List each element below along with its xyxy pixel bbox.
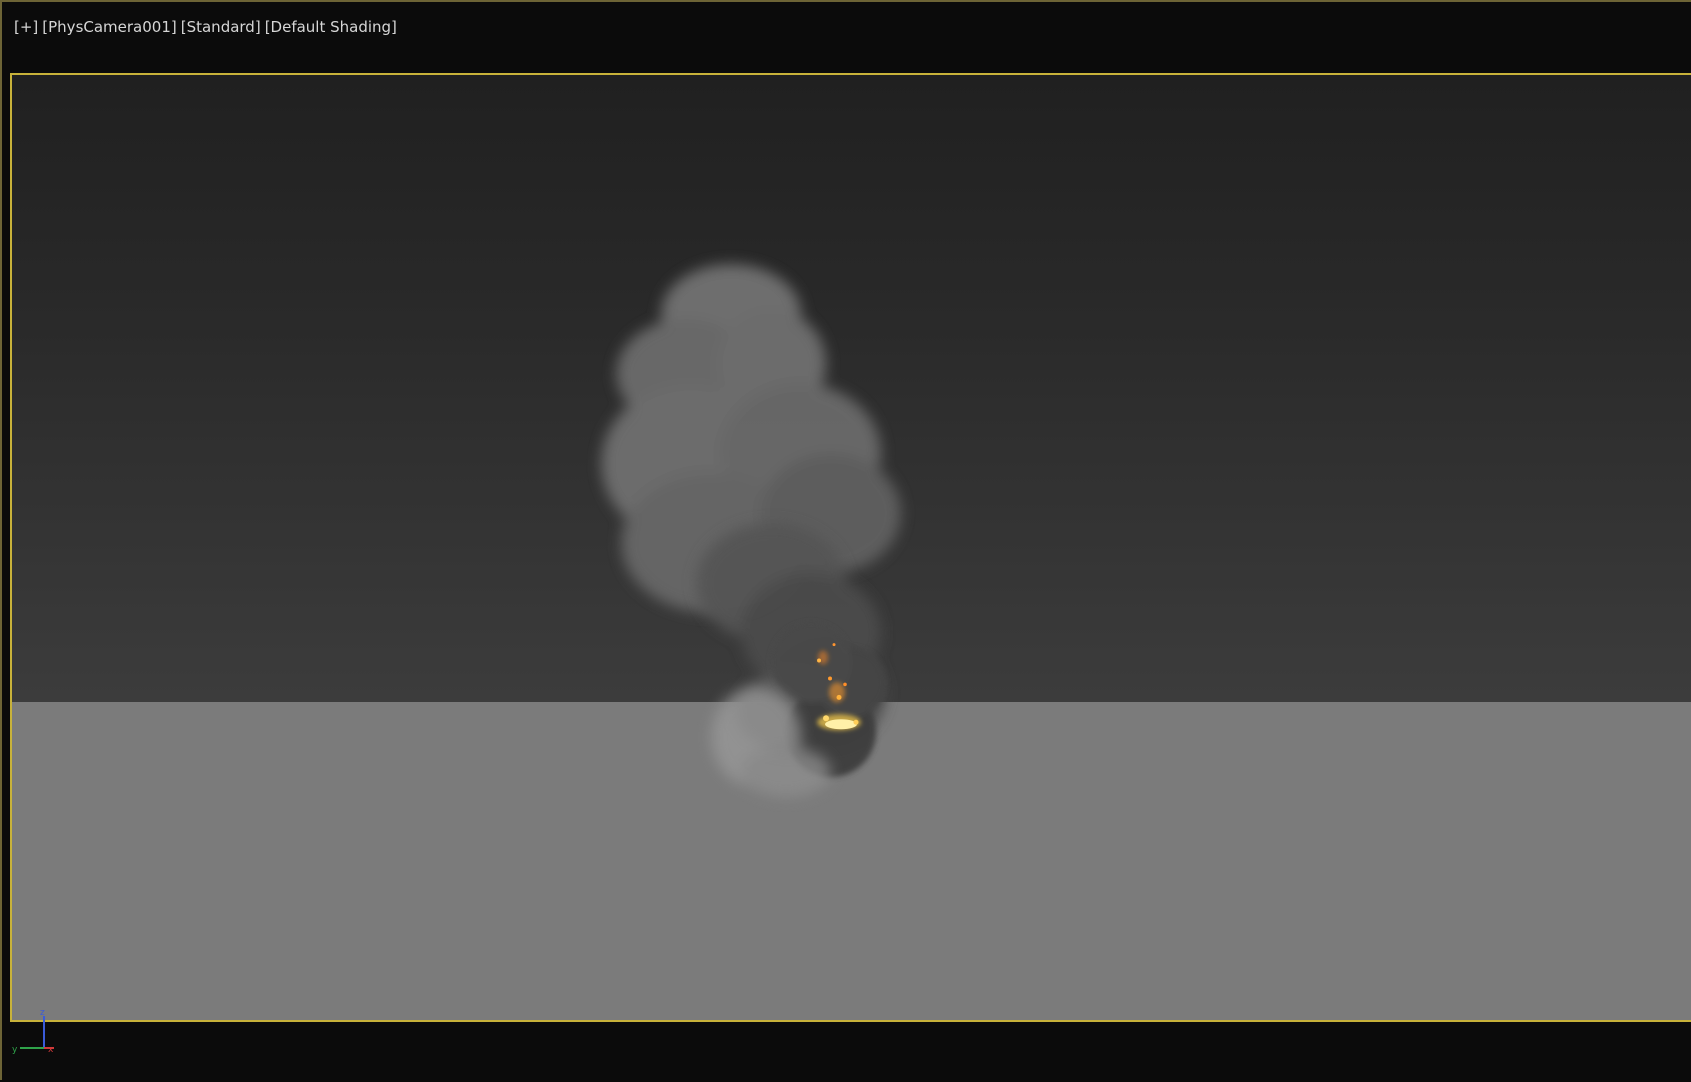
viewport-bottom-area (2, 1024, 1691, 1082)
viewport-window[interactable]: [+] [PhysCamera001] [Standard] [Default … (0, 0, 1691, 1082)
axis-y-label: y (12, 1045, 18, 1055)
axis-z-label: z (40, 1008, 45, 1018)
axis-x-label: x (48, 1045, 54, 1055)
axis-tripod-icon: z y x (12, 1008, 54, 1055)
viewport-label-menu[interactable]: [+] [PhysCamera001] [Standard] [Default … (14, 18, 397, 36)
viewport-mode-menu[interactable]: [Standard] (181, 18, 261, 36)
viewport-plus-menu[interactable]: [+] (14, 18, 38, 36)
viewport-camera-menu[interactable]: [PhysCamera001] (42, 18, 176, 36)
viewport-shading-menu[interactable]: [Default Shading] (265, 18, 397, 36)
smoke-plume[interactable] (12, 75, 1691, 1020)
camera-safe-frame[interactable] (10, 73, 1691, 1022)
